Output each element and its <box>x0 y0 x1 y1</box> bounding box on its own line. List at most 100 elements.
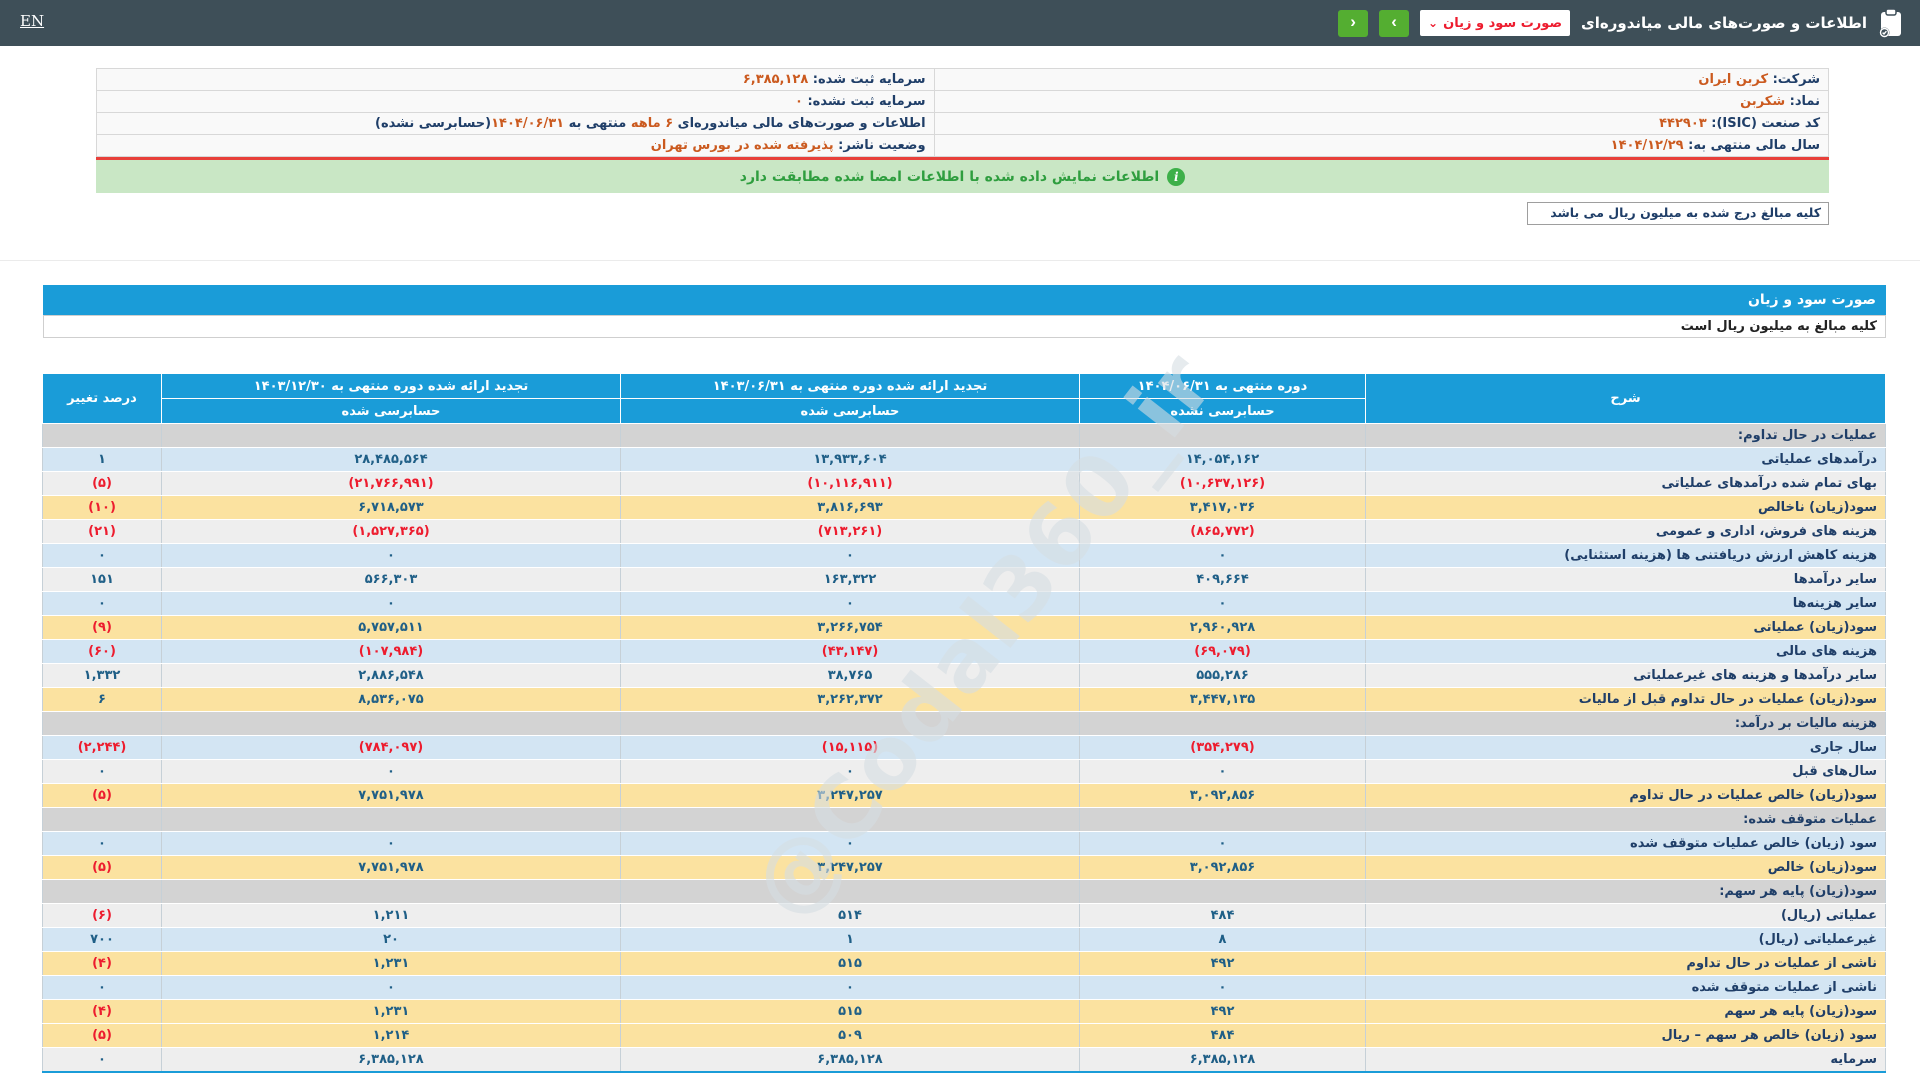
table-row: بهای تمام شده درآمدهای عملیاتی (۱۰,۶۳۷,۱… <box>43 472 1886 496</box>
value-cell: ۸,۵۳۶,۰۷۵ <box>162 688 621 712</box>
value-cell: ۰ <box>1080 760 1366 784</box>
info-value: ۶,۳۸۵,۱۲۸ <box>743 72 808 87</box>
percent-cell: (۵) <box>43 472 162 496</box>
value-cell: ۰ <box>621 760 1080 784</box>
info-label: سرمایه ثبت شده: <box>808 72 925 87</box>
value-cell: ۳,۸۱۶,۶۹۳ <box>621 496 1080 520</box>
table-row: سود (زیان) خالص هر سهم – ریال ۴۸۴۵۰۹۱,۲۱… <box>43 1024 1886 1048</box>
info-value: پذیرفته شده در بورس تهران <box>651 138 834 153</box>
previous-period-button[interactable]: ‹ <box>1338 10 1368 37</box>
row-label: سایر درآمدها و هزینه های غیرعملیاتی <box>1366 664 1886 688</box>
info-label: سرمایه ثبت نشده: <box>803 94 926 109</box>
row-label: سال جاری <box>1366 736 1886 760</box>
value-cell: ۱,۲۳۱ <box>162 952 621 976</box>
info-value: ۱۴۰۴/۰۶/۳۱ <box>491 116 564 131</box>
value-cell: ۵۱۵ <box>621 1000 1080 1024</box>
row-label: سایر درآمدها <box>1366 568 1886 592</box>
signature-notice-text: اطلاعات نمایش داده شده با اطلاعات امضا ش… <box>740 169 1159 185</box>
value-cell: ۵۰۹ <box>621 1024 1080 1048</box>
value-cell: ۰ <box>1080 544 1366 568</box>
value-cell: ۴۸۴ <box>1080 1024 1366 1048</box>
table-row: سود(زیان) خالص ۳,۰۹۲,۸۵۶۳,۲۴۷,۲۵۷۷,۷۵۱,۹… <box>43 856 1886 880</box>
percent-cell: (۱۰) <box>43 496 162 520</box>
row-label: هزینه های فروش، اداری و عمومی <box>1366 520 1886 544</box>
chevron-right-icon: › <box>1391 12 1397 32</box>
value-cell: (۱۰۷,۹۸۴) <box>162 640 621 664</box>
value-cell: ۰ <box>621 976 1080 1000</box>
value-cell: ۶,۷۱۸,۵۷۳ <box>162 496 621 520</box>
info-label: اطلاعات و صورت‌های مالی میاندوره‌ای <box>673 116 925 131</box>
percent-cell: (۲,۲۴۴) <box>43 736 162 760</box>
value-cell: ۰ <box>162 544 621 568</box>
statement-type-dropdown[interactable]: صورت سود و زیان ⌄ <box>1420 10 1570 36</box>
info-label: (حسابرسی نشده) <box>375 116 491 131</box>
value-cell: ۵۱۵ <box>621 952 1080 976</box>
col-header-period2: تجدید ارائه شده دوره منتهی به ۱۴۰۳/۰۶/۳۱ <box>621 374 1080 399</box>
table-row: ناشی از عملیات متوقف شده ۰۰۰ ۰ <box>43 976 1886 1000</box>
info-value: ۶ ماهه <box>626 116 673 131</box>
info-cell-right: نماد: شکربن <box>934 91 1828 113</box>
table-row: سایر درآمدها ۴۰۹,۶۶۴۱۶۳,۳۲۲۵۶۶,۳۰۳ ۱۵۱ <box>43 568 1886 592</box>
info-cell-left: سرمایه ثبت شده: ۶,۳۸۵,۱۲۸ <box>97 69 935 91</box>
info-cell-right: شرکت: کربن ایران <box>934 69 1828 91</box>
value-cell: ۳,۲۴۷,۲۵۷ <box>621 784 1080 808</box>
percent-cell: (۹) <box>43 616 162 640</box>
language-link-en[interactable]: EN <box>20 12 44 30</box>
col-subheader-audit2: حسابرسی شده <box>621 399 1080 424</box>
income-statement-table: شرح دوره منتهی به ۱۴۰۴/۰۶/۳۱ تجدید ارائه… <box>42 373 1886 1073</box>
company-info-row: نماد: شکربن سرمایه ثبت نشده: ۰ <box>97 91 1829 113</box>
value-cell: ۳۸,۷۶۵ <box>621 664 1080 688</box>
header-controls: اطلاعات و صورت‌های مالی میاندوره‌ای صورت… <box>1338 8 1904 38</box>
info-label: منتهی به <box>564 116 626 131</box>
value-cell: ۳,۰۹۲,۸۵۶ <box>1080 856 1366 880</box>
next-period-button[interactable]: › <box>1379 10 1409 37</box>
unit-note-box: کلیه مبالغ درج شده به میلیون ریال می باش… <box>1527 202 1829 225</box>
chevron-down-icon: ⌄ <box>1428 18 1438 28</box>
section-label: سود(زیان) پایه هر سهم: <box>1366 880 1886 904</box>
table-row: سایر درآمدها و هزینه های غیرعملیاتی ۵۵۵,… <box>43 664 1886 688</box>
percent-cell: ۰ <box>43 592 162 616</box>
value-cell: ۱,۲۱۴ <box>162 1024 621 1048</box>
info-cell-right: کد صنعت (ISIC): ۴۴۲۹۰۳ <box>934 113 1828 135</box>
table-row: ناشی از عملیات در حال تداوم ۴۹۲۵۱۵۱,۲۳۱ … <box>43 952 1886 976</box>
table-row: سال جاری (۳۵۴,۲۷۹)(۱۵,۱۱۵)(۷۸۴,۰۹۷) (۲,۲… <box>43 736 1886 760</box>
value-cell: ۲۸,۴۸۵,۵۶۴ <box>162 448 621 472</box>
value-cell: ۶,۳۸۵,۱۲۸ <box>621 1048 1080 1073</box>
value-cell: ۶,۳۸۵,۱۲۸ <box>162 1048 621 1073</box>
table-row: سود(زیان) ناخالص ۳,۴۱۷,۰۳۶۳,۸۱۶,۶۹۳۶,۷۱۸… <box>43 496 1886 520</box>
col-subheader-audit1: حسابرسی نشده <box>1080 399 1366 424</box>
value-cell: ۴۰۹,۶۶۴ <box>1080 568 1366 592</box>
table-row: سایر هزینه‌ها ۰۰۰ ۰ <box>43 592 1886 616</box>
table-row: هزینه های فروش، اداری و عمومی (۸۶۵,۷۷۲)(… <box>43 520 1886 544</box>
info-cell-left: وضعیت ناشر: پذیرفته شده در بورس تهران <box>97 135 935 157</box>
dropdown-selected-value: صورت سود و زیان <box>1443 16 1562 31</box>
col-subheader-audit3: حسابرسی شده <box>162 399 621 424</box>
value-cell: ۰ <box>621 592 1080 616</box>
row-label: سود(زیان) عملیاتی <box>1366 616 1886 640</box>
table-row: سود(زیان) عملیات در حال تداوم قبل از مال… <box>43 688 1886 712</box>
section-label: عملیات متوقف شده: <box>1366 808 1886 832</box>
value-cell: ۳,۴۴۷,۱۳۵ <box>1080 688 1366 712</box>
col-header-description: شرح <box>1366 374 1886 424</box>
value-cell: (۷۱۳,۲۶۱) <box>621 520 1080 544</box>
value-cell: (۳۵۴,۲۷۹) <box>1080 736 1366 760</box>
income-statement-section: صورت سود و زیان کلیه مبالغ به میلیون ریا… <box>43 285 1886 1073</box>
value-cell: ۰ <box>1080 832 1366 856</box>
value-cell: ۳,۴۱۷,۰۳۶ <box>1080 496 1366 520</box>
row-label: غیرعملیاتی (ریال) <box>1366 928 1886 952</box>
value-cell: ۱,۲۱۱ <box>162 904 621 928</box>
value-cell: ۱,۲۳۱ <box>162 1000 621 1024</box>
table-row: سود(زیان) پایه هر سهم ۴۹۲۵۱۵۱,۲۳۱ (۴) <box>43 1000 1886 1024</box>
value-cell: (۱۵,۱۱۵) <box>621 736 1080 760</box>
company-info-row: شرکت: کربن ایران سرمایه ثبت شده: ۶,۳۸۵,۱… <box>97 69 1829 91</box>
table-row: سال‌های قبل ۰۰۰ ۰ <box>43 760 1886 784</box>
value-cell: ۰ <box>621 832 1080 856</box>
value-cell: ۰ <box>621 544 1080 568</box>
value-cell: (۸۶۵,۷۷۲) <box>1080 520 1366 544</box>
value-cell: ۵۱۴ <box>621 904 1080 928</box>
info-label: نماد: <box>1785 94 1820 109</box>
info-value: ۱۴۰۴/۱۲/۲۹ <box>1611 138 1684 153</box>
value-cell: ۳,۲۶۲,۳۷۲ <box>621 688 1080 712</box>
value-cell: ۵,۷۵۷,۵۱۱ <box>162 616 621 640</box>
value-cell: ۲۰ <box>162 928 621 952</box>
